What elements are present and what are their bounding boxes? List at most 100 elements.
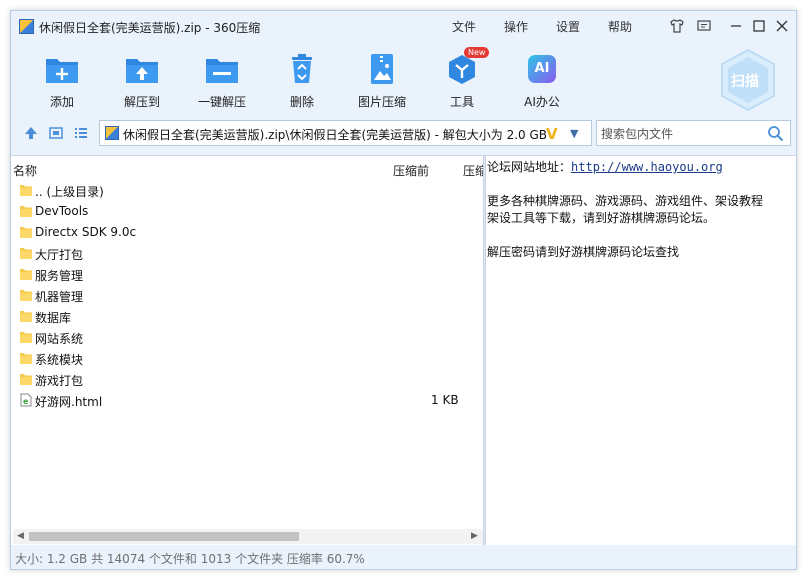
scroll-right-icon[interactable]: ▶ [471, 531, 478, 541]
table-row[interactable]: 机器管理 [11, 285, 483, 306]
window-title: 休闲假日全套(完美运营版).zip - 360压缩 [39, 21, 261, 35]
add-label: 添加 [49, 95, 74, 109]
tools-label: 工具 [449, 95, 474, 109]
list-view-icon[interactable] [73, 125, 89, 141]
title-bar: 休闲假日全套(完美运营版).zip - 360压缩 文件 操作 设置 帮助 [11, 11, 796, 43]
table-row[interactable]: 游戏打包 [11, 369, 483, 390]
horizontal-scrollbar[interactable]: ◀ ▶ [13, 529, 483, 544]
toolbar: 添加 解压到 一键解压 删除 图片压缩 New 工具 AI AI办公 [11, 43, 796, 115]
one-click-extract-icon [204, 53, 240, 85]
note-site-link[interactable]: http://www.haoyou.org [571, 160, 723, 174]
extract-to-label: 解压到 [123, 95, 160, 109]
path-text: 休闲假日全套(完美运营版).zip\休闲假日全套(完美运营版) - 解包大小为 … [123, 128, 548, 142]
note-line-1: 论坛网站地址：http://www.haoyou.org [487, 158, 723, 175]
scroll-left-icon[interactable]: ◀ [17, 531, 24, 541]
file-name: Directx SDK 9.0c [35, 225, 137, 239]
menu-operate[interactable]: 操作 [504, 18, 528, 35]
file-name: .. (上级目录) [35, 185, 104, 199]
column-header: 名称 压缩前 压缩 [11, 156, 483, 180]
folder-icon [19, 330, 33, 344]
menu-help[interactable]: 帮助 [608, 18, 632, 35]
tools-cube-icon: New [444, 47, 490, 85]
col-packed[interactable]: 压缩前 [393, 162, 429, 179]
search-input[interactable] [599, 123, 763, 145]
table-row[interactable]: DevTools [11, 201, 483, 222]
archive-icon [105, 126, 119, 140]
file-list: 名称 压缩前 压缩 .. (上级目录) DevTools Directx SDK 9… [11, 156, 483, 545]
folder-icon [19, 351, 33, 365]
feedback-icon[interactable] [695, 17, 713, 35]
file-name: DevTools [35, 204, 89, 218]
folder-icon [19, 288, 33, 302]
extract-to-button[interactable]: 解压到 [107, 49, 177, 111]
path-dropdown-icon[interactable]: ▼ [570, 127, 578, 140]
tools-button[interactable]: New 工具 [427, 47, 497, 111]
extract-to-icon [124, 53, 160, 85]
recycle-bin-icon [284, 53, 320, 85]
up-arrow-icon[interactable] [23, 125, 39, 141]
ai-office-button[interactable]: AI AI办公 [507, 49, 577, 111]
table-row[interactable]: 系统模块 [11, 348, 483, 369]
folder-icon [19, 267, 33, 281]
file-name: 游戏打包 [35, 374, 84, 388]
file-name: 系统模块 [35, 353, 84, 367]
note-line-4: 解压密码请到好游棋牌源码论坛查找 [487, 245, 680, 259]
delete-button[interactable]: 删除 [267, 49, 337, 111]
add-button[interactable]: 添加 [27, 49, 97, 111]
folder-icon [19, 204, 33, 218]
delete-label: 删除 [289, 95, 314, 109]
file-name: 网站系统 [35, 332, 84, 346]
content-area: 名称 压缩前 压缩 .. (上级目录) DevTools Directx SDK 9… [11, 155, 796, 545]
image-compress-button[interactable]: 图片压缩 [347, 49, 417, 111]
file-name: 大厅打包 [35, 248, 84, 262]
vip-v-icon[interactable]: V [546, 125, 558, 143]
address-row: 休闲假日全套(完美运营版).zip\休闲假日全套(完美运营版) - 解包大小为 … [11, 117, 796, 149]
folder-icon [19, 183, 33, 197]
table-row[interactable]: e 好游网.html 1 KB [11, 390, 483, 411]
col-compressed[interactable]: 压缩 [463, 162, 483, 179]
app-zip-icon [19, 19, 34, 34]
path-bar[interactable]: 休闲假日全套(完美运营版).zip\休闲假日全套(完美运营版) - 解包大小为 … [99, 120, 592, 146]
file-name: 数据库 [35, 311, 72, 325]
note-line-3: 架设工具等下载，请到好游棋牌源码论坛。 [487, 211, 716, 225]
table-row[interactable]: 网站系统 [11, 327, 483, 348]
folder-icon [19, 372, 33, 386]
comment-pane: 论坛网站地址：http://www.haoyou.org 更多各种棋牌源码、游戏… [486, 156, 796, 545]
file-rows: .. (上级目录) DevTools Directx SDK 9.0c 大厅打包服务管… [11, 180, 483, 411]
scan-button[interactable]: 扫描 [717, 47, 779, 113]
note-site-label: 论坛网站地址： [487, 160, 572, 174]
status-bar: 大小: 1.2 GB 共 14074 个文件和 1013 个文件夹 压缩率 60… [11, 545, 796, 569]
image-compress-icon [364, 53, 400, 85]
table-row[interactable]: 数据库 [11, 306, 483, 327]
add-folder-icon [44, 53, 80, 85]
new-badge: New [464, 47, 490, 58]
menu-file[interactable]: 文件 [452, 18, 476, 35]
col-name[interactable]: 名称 [13, 162, 37, 179]
close-button[interactable] [773, 17, 791, 35]
ai-office-icon: AI [524, 53, 560, 85]
skin-shirt-icon[interactable] [668, 17, 686, 35]
app-window: 休闲假日全套(完美运营版).zip - 360压缩 文件 操作 设置 帮助 添加 [10, 10, 797, 570]
folder-icon [19, 225, 33, 239]
file-size: 1 KB [431, 393, 459, 407]
maximize-button[interactable] [750, 17, 768, 35]
minimize-button[interactable] [727, 17, 745, 35]
folder-icon [19, 246, 33, 260]
table-row[interactable]: 服务管理 [11, 264, 483, 285]
thumbnail-view-icon[interactable] [48, 125, 64, 141]
search-box [596, 120, 791, 146]
ai-glyph: AI [528, 55, 556, 83]
image-compress-label: 图片压缩 [357, 95, 406, 109]
file-name: 服务管理 [35, 269, 84, 283]
table-row[interactable]: 大厅打包 [11, 243, 483, 264]
search-icon[interactable] [767, 125, 784, 142]
menu-settings[interactable]: 设置 [556, 18, 580, 35]
one-click-extract-button[interactable]: 一键解压 [187, 49, 257, 111]
svg-text:e: e [23, 397, 29, 406]
file-name: 机器管理 [35, 290, 84, 304]
table-row[interactable]: Directx SDK 9.0c [11, 222, 483, 243]
folder-icon [19, 309, 33, 323]
note-line-2: 更多各种棋牌源码、游戏源码、游戏组件、架设教程 [487, 194, 764, 208]
table-row[interactable]: .. (上级目录) [11, 180, 483, 201]
scroll-thumb[interactable] [29, 532, 299, 541]
